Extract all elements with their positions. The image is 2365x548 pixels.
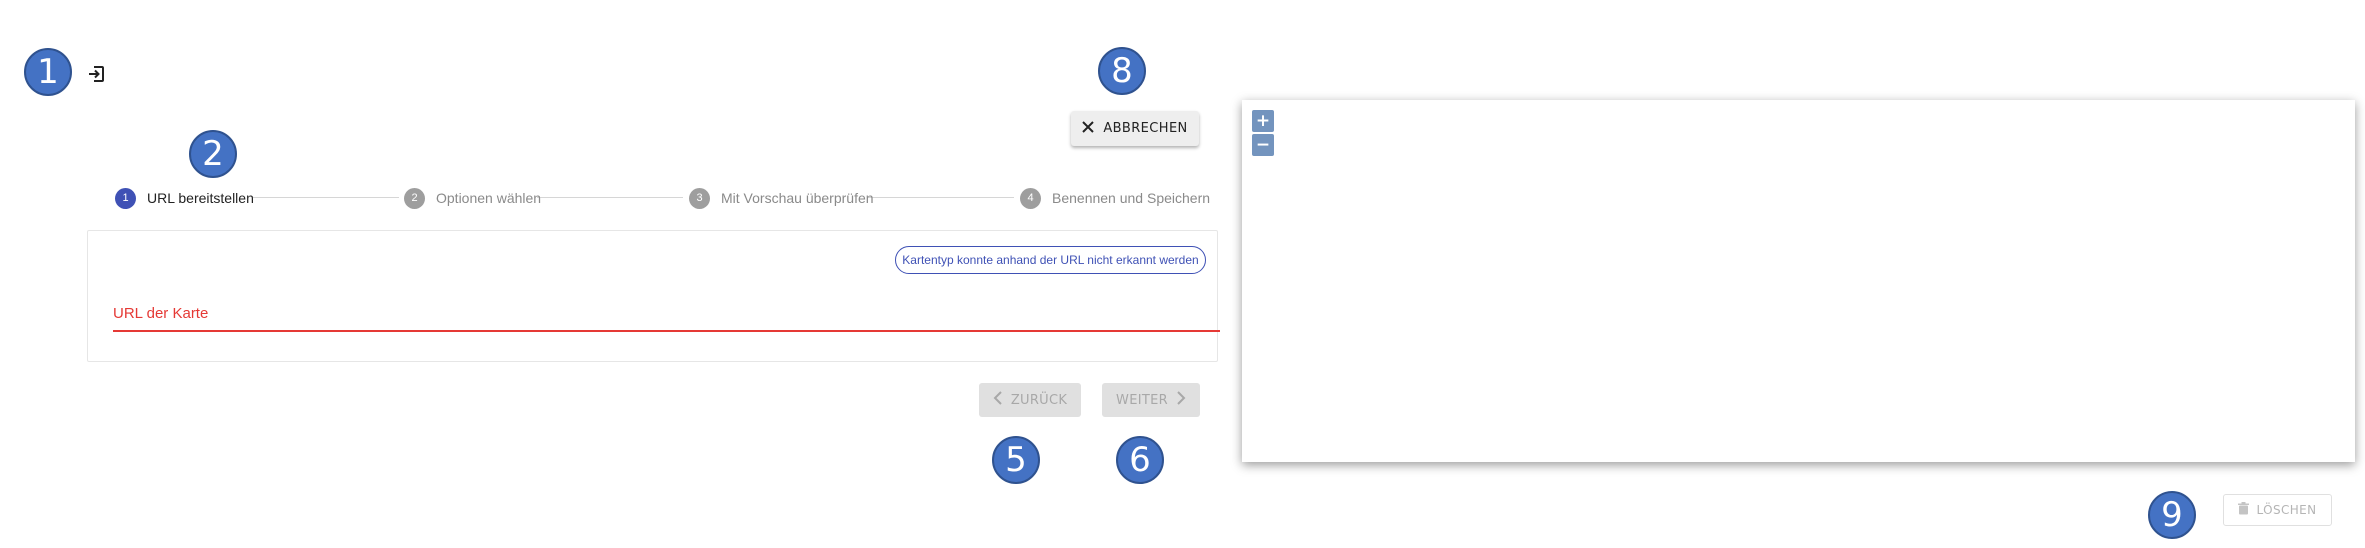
step-label: URL bereitstellen	[147, 190, 254, 206]
stepper-connector	[537, 197, 683, 198]
next-button-label: WEITER	[1116, 392, 1168, 408]
annotation-badge-5: 5	[992, 436, 1040, 484]
step-label: Optionen wählen	[436, 190, 542, 206]
step-number: 4	[1020, 187, 1041, 209]
step-number: 3	[689, 187, 710, 209]
cancel-button[interactable]: ABBRECHEN	[1071, 111, 1199, 146]
annotation-badge-6: 6	[1116, 436, 1164, 484]
back-button[interactable]: ZURÜCK	[979, 383, 1081, 417]
stepper-connector	[253, 197, 399, 198]
annotation-badge-1: 1	[24, 48, 72, 96]
cancel-button-label: ABBRECHEN	[1103, 121, 1188, 136]
annotation-badge-8: 8	[1098, 47, 1146, 95]
step-label: Mit Vorschau überprüfen	[721, 190, 874, 206]
step-save[interactable]: 4 Benennen und Speichern	[1020, 187, 1210, 209]
map-type-detection-chip: Kartentyp konnte anhand der URL nicht er…	[895, 246, 1206, 274]
step-number: 2	[404, 187, 425, 209]
step-options[interactable]: 2 Optionen wählen	[404, 187, 541, 209]
stepper-connector	[868, 197, 1014, 198]
step-url[interactable]: 1 URL bereitstellen	[115, 187, 254, 209]
login-icon[interactable]	[86, 64, 106, 84]
annotation-badge-2: 2	[189, 130, 237, 178]
delete-button-label: LÖSCHEN	[2256, 503, 2317, 517]
next-button[interactable]: WEITER	[1102, 383, 1200, 417]
zoom-in-button[interactable]: +	[1252, 110, 1274, 132]
chevron-right-icon	[1176, 391, 1186, 409]
annotation-badge-9: 9	[2148, 491, 2196, 539]
step-preview[interactable]: 3 Mit Vorschau überprüfen	[689, 187, 874, 209]
step-number: 1	[115, 187, 136, 209]
chevron-left-icon	[993, 391, 1003, 409]
back-button-label: ZURÜCK	[1010, 392, 1068, 408]
delete-button[interactable]: LÖSCHEN	[2223, 494, 2332, 526]
trash-icon	[2238, 502, 2250, 518]
close-icon	[1082, 120, 1095, 137]
map-preview[interactable]: + −	[1242, 100, 2355, 462]
step-label: Benennen und Speichern	[1052, 190, 1211, 206]
url-input[interactable]	[113, 300, 1220, 332]
zoom-out-button[interactable]: −	[1252, 134, 1274, 156]
